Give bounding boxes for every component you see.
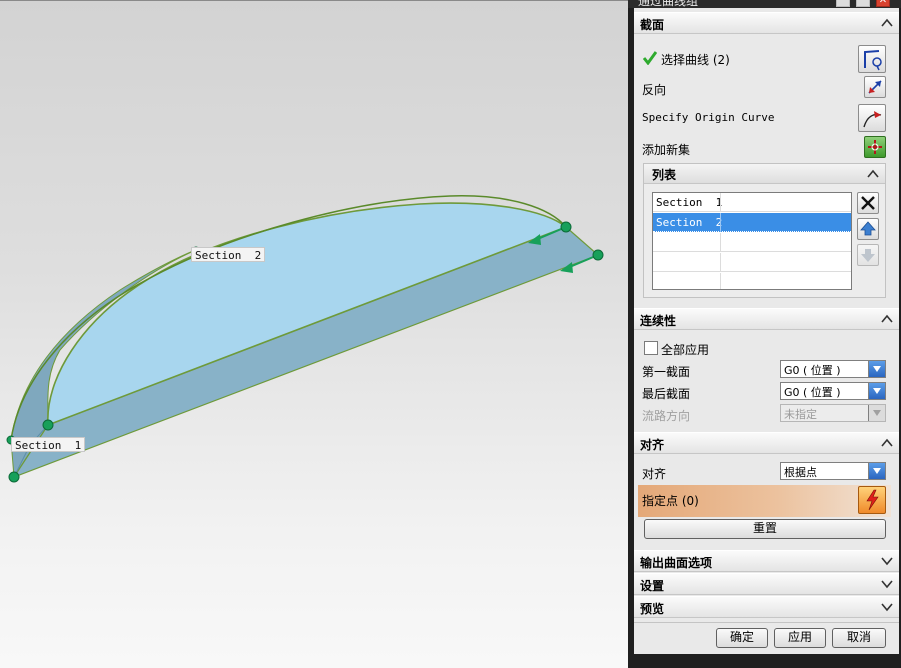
dialog-titlebar[interactable]: 通过曲线组 ✕ <box>628 0 901 8</box>
group-output-options-title: 输出曲面选项 <box>640 556 713 570</box>
group-settings-title: 设置 <box>640 579 665 593</box>
section-1-label: Section 1 <box>11 437 86 452</box>
move-up-button[interactable] <box>857 218 879 240</box>
group-output-options-header[interactable]: 输出曲面选项 <box>634 550 899 572</box>
section-list[interactable]: Section 1 Section 2 <box>652 192 852 290</box>
close-icon[interactable]: ✕ <box>876 0 890 7</box>
first-section-select[interactable]: G0 ( 位置 ) <box>780 360 886 378</box>
reverse-direction-button[interactable] <box>864 76 886 98</box>
specify-point-button[interactable] <box>858 486 886 514</box>
minimize-icon[interactable] <box>856 0 870 7</box>
through-curves-dialog: 通过曲线组 ✕ 截面 选择曲线 (2) 反向 Specify Origin Cu… <box>628 0 901 668</box>
list-item[interactable]: Section 1 <box>653 193 851 212</box>
section-handle[interactable] <box>592 249 604 261</box>
lofted-top-surface <box>47 202 568 427</box>
apply-all-label: 全部应用 <box>661 343 710 357</box>
align-label: 对齐 <box>642 467 667 481</box>
help-icon[interactable] <box>836 0 850 7</box>
apply-button[interactable]: 应用 <box>774 628 826 648</box>
group-settings-header[interactable]: 设置 <box>634 573 899 595</box>
chevron-down-icon[interactable] <box>868 361 885 377</box>
list-item-label: Section 1 <box>656 196 723 209</box>
point-icon <box>866 489 879 511</box>
group-section-header[interactable]: 截面 <box>634 12 899 34</box>
dialog-title: 通过曲线组 <box>638 0 699 8</box>
chevron-down-icon[interactable] <box>879 576 895 592</box>
surface-model[interactable] <box>0 0 628 668</box>
arrow-down-icon <box>861 249 875 262</box>
group-alignment-header[interactable]: 对齐 <box>634 432 899 454</box>
add-new-set-button[interactable] <box>864 136 886 158</box>
list-item-empty <box>653 273 851 289</box>
chevron-down-icon[interactable] <box>879 553 895 569</box>
last-section-value: G0 ( 位置 ) <box>784 386 841 399</box>
remove-section-button[interactable] <box>857 192 879 214</box>
specify-origin-curve-label: Specify Origin Curve <box>642 111 775 124</box>
chevron-up-icon[interactable] <box>879 15 895 31</box>
curve-select-icon <box>864 50 882 71</box>
list-title: 列表 <box>652 168 677 182</box>
group-alignment-title: 对齐 <box>640 438 665 452</box>
origin-curve-icon <box>863 111 882 128</box>
specify-origin-curve-button[interactable] <box>858 104 886 132</box>
list-item-empty <box>653 233 851 252</box>
ok-button[interactable]: 确定 <box>716 628 768 648</box>
list-subgroup: 列表 Section 1 Section 2 <box>643 163 886 298</box>
list-subgroup-header[interactable]: 列表 <box>644 164 885 184</box>
group-preview-title: 预览 <box>640 602 665 616</box>
last-section-label: 最后截面 <box>642 387 691 401</box>
dialog-body: 截面 选择曲线 (2) 反向 Specify Origin Curve 添加新集… <box>634 8 899 654</box>
section-handle[interactable] <box>42 419 54 431</box>
chevron-up-icon[interactable] <box>879 311 895 327</box>
apply-all-checkbox[interactable] <box>644 341 658 355</box>
graphics-viewport[interactable]: Section 1 Section 2 <box>0 0 628 668</box>
add-set-icon <box>868 140 882 154</box>
section-handle[interactable] <box>560 221 572 233</box>
reverse-label: 反向 <box>642 83 667 97</box>
arrow-up-icon <box>860 221 876 236</box>
move-down-button[interactable] <box>857 244 879 266</box>
group-section-title: 截面 <box>640 18 665 32</box>
first-section-label: 第一截面 <box>642 365 691 379</box>
footer-divider <box>634 622 899 623</box>
select-curve-button[interactable] <box>858 45 886 73</box>
group-continuity-header[interactable]: 连续性 <box>634 308 899 330</box>
list-item-selected[interactable]: Section 2 <box>653 213 851 232</box>
section-2-label: Section 2 <box>191 247 266 262</box>
specify-point-row[interactable]: 指定点 (0) <box>638 485 891 517</box>
flow-direction-value: 未指定 <box>784 408 817 421</box>
list-item-label: Section 2 <box>656 216 723 229</box>
group-continuity-title: 连续性 <box>640 314 677 328</box>
align-select[interactable]: 根据点 <box>780 462 886 480</box>
flow-direction-select: 未指定 <box>780 404 886 422</box>
first-section-value: G0 ( 位置 ) <box>784 364 841 377</box>
list-item-empty <box>653 253 851 272</box>
add-new-set-label: 添加新集 <box>642 143 691 157</box>
reset-button[interactable]: 重置 <box>644 519 886 539</box>
chevron-down-icon[interactable] <box>868 383 885 399</box>
delete-icon <box>861 196 875 210</box>
flow-direction-label: 流路方向 <box>642 409 691 423</box>
chevron-up-icon[interactable] <box>879 435 895 451</box>
align-value: 根据点 <box>784 466 817 479</box>
specify-point-label: 指定点 (0) <box>642 494 699 508</box>
chevron-down-icon[interactable] <box>879 599 895 615</box>
chevron-up-icon[interactable] <box>865 166 881 182</box>
last-section-select[interactable]: G0 ( 位置 ) <box>780 382 886 400</box>
check-icon <box>643 51 657 65</box>
group-preview-header[interactable]: 预览 <box>634 596 899 618</box>
chevron-down-icon <box>868 405 885 421</box>
chevron-down-icon[interactable] <box>868 463 885 479</box>
select-curve-label: 选择曲线 (2) <box>661 53 730 67</box>
section-handle[interactable] <box>8 471 20 483</box>
cancel-button[interactable]: 取消 <box>832 628 886 648</box>
reverse-icon <box>868 80 882 94</box>
